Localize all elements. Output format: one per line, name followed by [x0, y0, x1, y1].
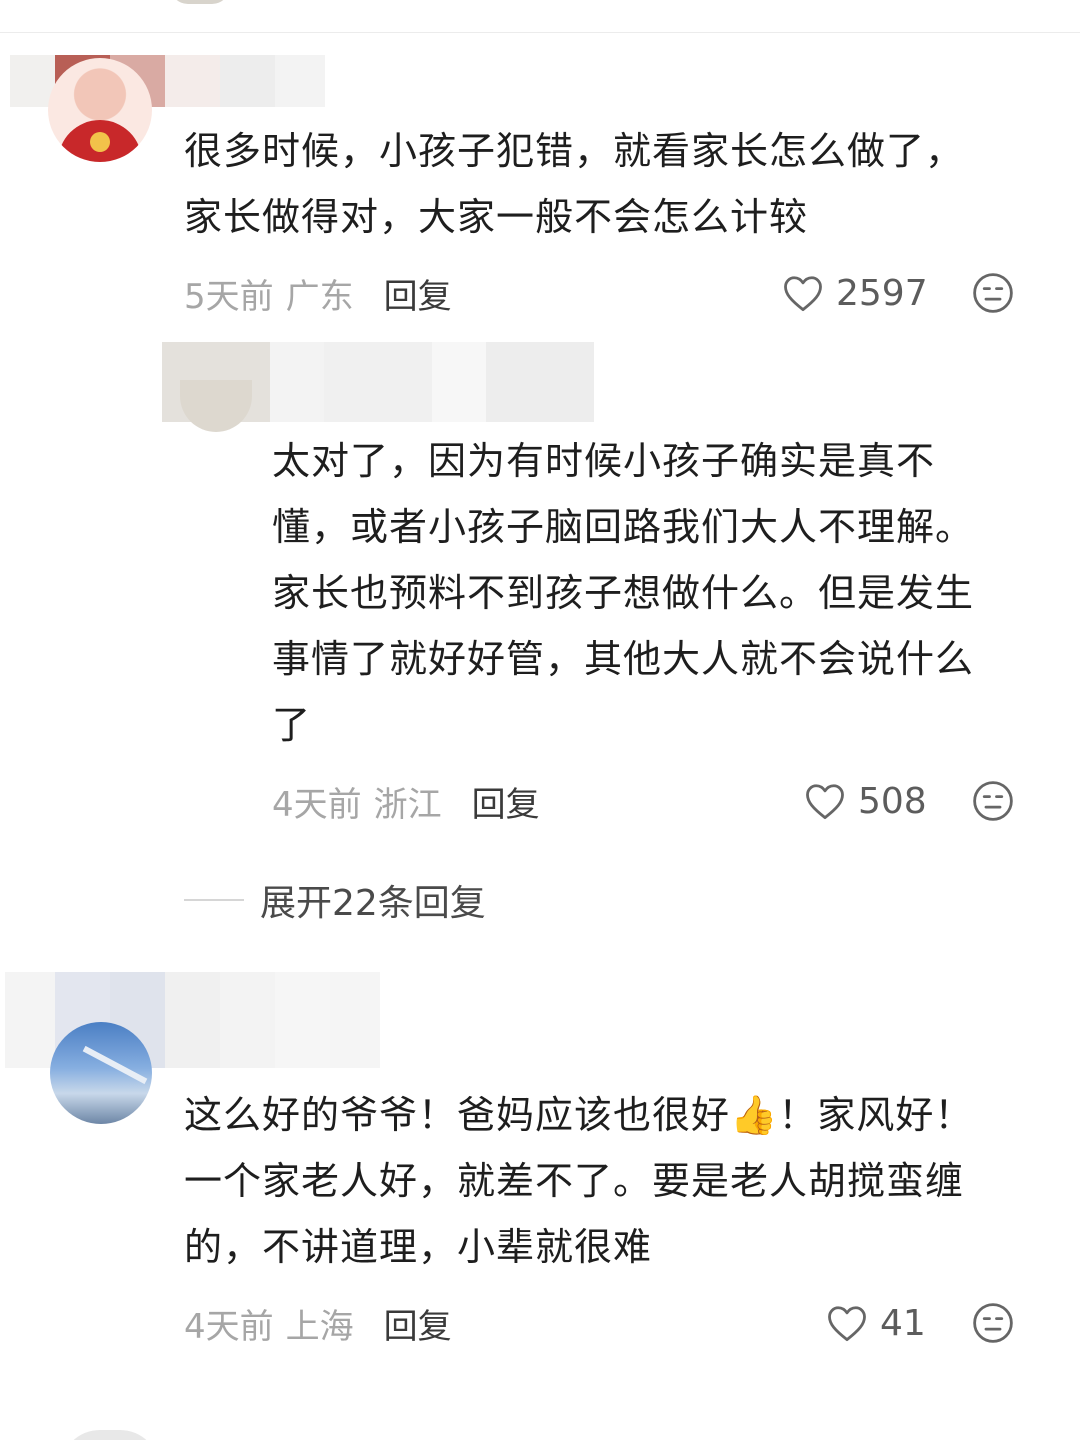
- top-divider: [0, 32, 1080, 33]
- comment-meta: 4天前 上海 回复: [184, 1298, 452, 1348]
- comment-line: 一个家老人好，就差不了。要是老人胡搅蛮缠: [184, 1159, 965, 1203]
- comment-text: 很多时候，小孩子犯错，就看家长怎么做了， 家长做得对，大家一般不会怎么计较: [184, 118, 1044, 250]
- like-button[interactable]: 2597: [782, 268, 928, 318]
- reply-time: 4天前: [272, 784, 362, 825]
- comment-line: 懂，或者小孩子脑回路我们大人不理解。: [272, 505, 975, 549]
- reply-text: 太对了，因为有时候小孩子确实是真不 懂，或者小孩子脑回路我们大人不理解。 家长也…: [272, 428, 1052, 758]
- comment-meta: 5天前 广东 回复: [184, 268, 452, 318]
- avatar[interactable]: [48, 58, 152, 162]
- comment-line: 很多时候，小孩子犯错，就看家长怎么做了，: [184, 129, 965, 173]
- meh-face-icon[interactable]: [972, 1302, 1014, 1344]
- like-button[interactable]: 508: [804, 776, 927, 826]
- comment-text: 这么好的爷爷！爸妈应该也很好👍！家风好！ 一个家老人好，就差不了。要是老人胡搅蛮…: [184, 1082, 1064, 1280]
- comment-line: 的，不讲道理，小辈就很难: [184, 1225, 653, 1269]
- like-count: 508: [858, 780, 927, 822]
- expand-replies-label: 展开22条回复: [260, 883, 486, 924]
- next-avatar-edge: [60, 1430, 160, 1440]
- previous-avatar-edge: [170, 0, 230, 4]
- comment-line: 家长做得对，大家一般不会怎么计较: [184, 195, 809, 239]
- heart-outline-icon: [806, 784, 844, 820]
- expand-divider: [184, 899, 244, 901]
- like-count: 41: [880, 1302, 926, 1344]
- comment-line: 这么好的爷爷！爸妈应该也很好👍！家风好！: [184, 1093, 974, 1137]
- reply-button[interactable]: 回复: [384, 269, 452, 318]
- comment-location: 上海: [285, 1306, 354, 1347]
- heart-outline-icon: [828, 1306, 866, 1342]
- comment-time: 5天前: [184, 276, 274, 317]
- reply-button[interactable]: 回复: [472, 777, 540, 826]
- comment-location: 广东: [285, 276, 354, 317]
- expand-replies-button[interactable]: 展开22条回复: [184, 876, 486, 924]
- comment-line: 家长也预料不到孩子想做什么。但是发生: [272, 571, 975, 615]
- like-count: 2597: [836, 272, 928, 314]
- heart-outline-icon: [784, 276, 822, 312]
- reply-meta: 4天前 浙江 回复: [272, 776, 540, 826]
- comment-line: 太对了，因为有时候小孩子确实是真不: [272, 439, 936, 483]
- comment-line: 事情了就好好管，其他大人就不会说什么: [272, 637, 975, 681]
- reply-location: 浙江: [373, 784, 442, 825]
- avatar[interactable]: [50, 1022, 152, 1124]
- reply-button[interactable]: 回复: [384, 1299, 452, 1348]
- like-button[interactable]: 41: [826, 1298, 926, 1348]
- comment-line: 了: [272, 703, 312, 747]
- comment-time: 4天前: [184, 1306, 274, 1347]
- meh-face-icon[interactable]: [972, 272, 1014, 314]
- meh-face-icon[interactable]: [972, 780, 1014, 822]
- avatar[interactable]: [180, 380, 252, 432]
